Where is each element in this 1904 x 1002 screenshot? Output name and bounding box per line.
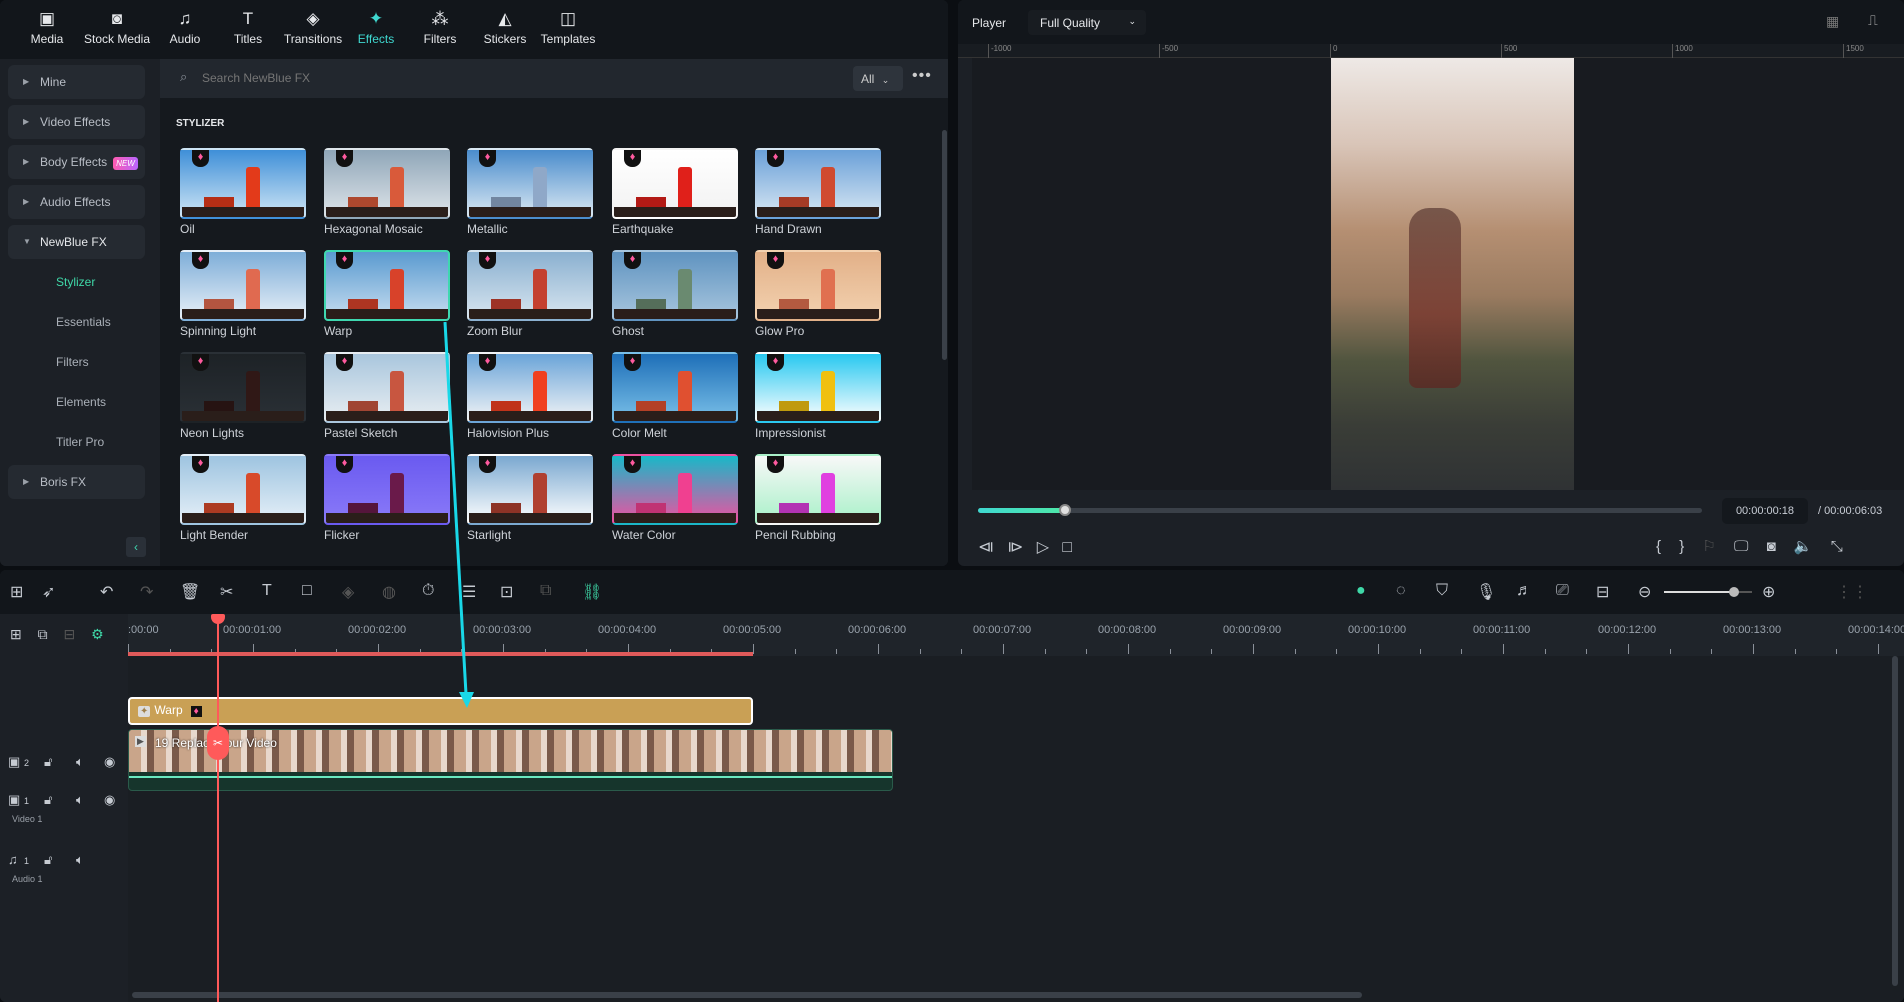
drag-arrow	[443, 321, 474, 708]
